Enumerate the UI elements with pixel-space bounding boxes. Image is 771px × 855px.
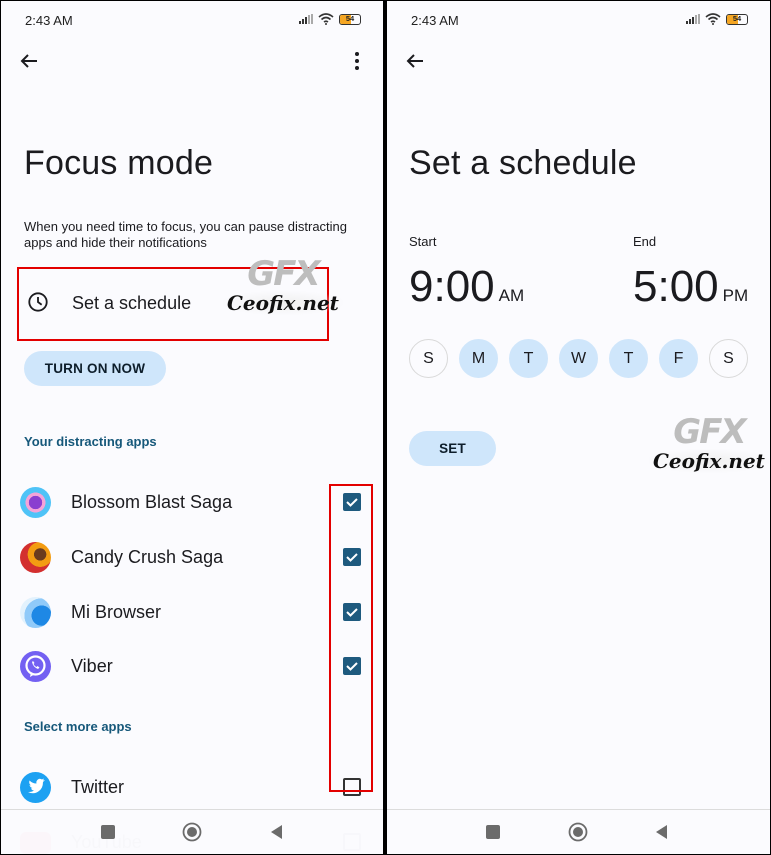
select-more-apps-header: Select more apps [24,719,132,734]
start-time-picker[interactable]: 9:00 AM [409,262,524,312]
status-time: 2:43 AM [411,13,459,28]
set-schedule-label: Set a schedule [72,293,192,313]
app-checkbox[interactable] [343,657,361,675]
app-row-candy-crush-saga[interactable]: Candy Crush Saga [1,537,383,577]
start-label: Start [409,234,437,249]
home-circle-icon[interactable] [182,822,202,842]
signal-icon [686,14,700,24]
day-toggle-sunday[interactable]: S [409,339,448,378]
twitter-icon [20,772,51,803]
app-name: Candy Crush Saga [71,547,224,567]
recents-square-icon[interactable] [483,822,503,842]
set-schedule-screen: 2:43 AM 54 Set a schedule Start 9:00 AM E… [387,1,770,854]
back-arrow-icon[interactable] [403,49,427,73]
page-title: Set a schedule [409,144,637,182]
set-button[interactable]: SET [409,431,496,466]
navigation-bar [387,809,770,854]
wifi-icon [318,13,334,25]
app-checkbox[interactable] [343,548,361,566]
checkbox-highlight-box [329,484,373,792]
app-name: Mi Browser [71,602,162,622]
day-toggle-tuesday[interactable]: T [509,339,548,378]
more-options-icon[interactable] [345,49,369,73]
app-name: Blossom Blast Saga [71,492,233,512]
viber-icon [20,651,51,682]
start-time: 9:00 [409,262,495,311]
signal-icon [299,14,313,24]
end-time: 5:00 [633,262,719,311]
wifi-icon [705,13,721,25]
blossom-blast-saga-icon [20,487,51,518]
day-selector: S M T W T F S [409,339,748,378]
set-schedule-item[interactable]: Set a schedule [17,267,329,341]
day-toggle-monday[interactable]: M [459,339,498,378]
day-toggle-saturday[interactable]: S [709,339,748,378]
day-toggle-wednesday[interactable]: W [559,339,598,378]
focus-mode-screen: 2:43 AM 54 Focus mode When you need time… [1,1,383,854]
back-triangle-icon[interactable] [267,822,287,842]
app-row-mi-browser[interactable]: Mi Browser [1,592,383,632]
day-toggle-thursday[interactable]: T [609,339,648,378]
app-row-viber[interactable]: Viber [1,646,383,686]
watermark-logo: GFX [673,412,746,452]
clock-icon [28,292,48,312]
status-time: 2:43 AM [25,13,73,28]
home-circle-icon[interactable] [568,822,588,842]
watermark: GFX Ceofix.net [649,415,769,473]
start-ampm: AM [498,286,525,305]
battery-icon: 54 [726,13,748,25]
distracting-apps-header: Your distracting apps [24,434,157,449]
app-row-blossom-blast-saga[interactable]: Blossom Blast Saga [1,482,383,522]
end-ampm: PM [722,286,749,305]
app-checkbox[interactable] [343,778,361,796]
app-checkbox[interactable] [343,493,361,511]
back-triangle-icon[interactable] [652,822,672,842]
turn-on-now-button[interactable]: TURN ON NOW [24,351,166,386]
back-arrow-icon[interactable] [17,49,41,73]
status-bar: 2:43 AM 54 [1,1,383,41]
mi-browser-icon [20,597,51,628]
app-name: Twitter [71,777,125,797]
page-title: Focus mode [24,144,214,182]
candy-crush-saga-icon [20,542,51,573]
end-time-picker[interactable]: 5:00 PM [633,262,748,312]
page-description: When you need time to focus, you can pau… [24,219,348,250]
recents-square-icon[interactable] [98,822,118,842]
navigation-bar [1,809,383,854]
app-row-twitter[interactable]: Twitter [1,767,383,807]
app-name: Viber [71,656,113,676]
day-toggle-friday[interactable]: F [659,339,698,378]
battery-icon: 54 [339,13,361,25]
watermark-site: Ceofix.net [649,449,769,473]
status-bar: 2:43 AM 54 [387,1,770,41]
end-label: End [633,234,657,249]
app-checkbox[interactable] [343,603,361,621]
